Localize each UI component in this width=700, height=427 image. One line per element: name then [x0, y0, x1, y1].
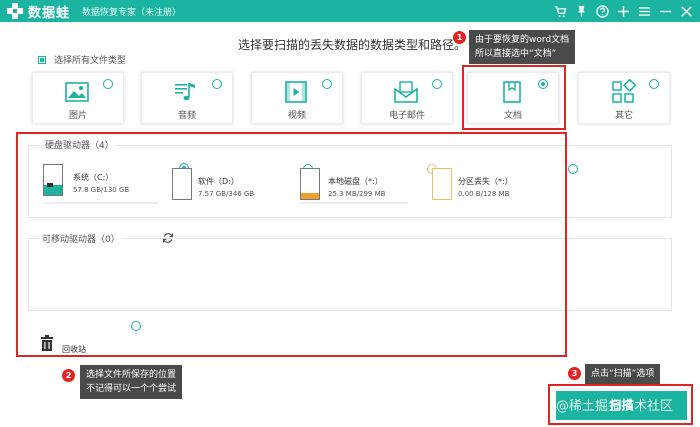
file-type-radio[interactable]	[212, 79, 222, 89]
drive-icon	[43, 164, 63, 196]
callout-3: 点击“扫描”选项	[585, 364, 661, 384]
email-icon	[393, 79, 419, 105]
title-bar: 数据蛙 数据恢复专家（未注册）	[0, 0, 700, 22]
drive-icon	[172, 168, 192, 200]
removable-drive-title: 可移动驱动器（0）	[40, 232, 122, 245]
removable-drive-panel	[28, 238, 672, 311]
file-type-label: 音频	[177, 111, 196, 121]
recycle-bin-label: 回收站	[62, 345, 86, 354]
callout-line: 选择文件所保存的位置	[86, 370, 177, 380]
video-icon	[283, 79, 309, 105]
drive-icon	[300, 168, 320, 200]
file-type-radio[interactable]	[103, 79, 113, 89]
drive-local[interactable]: 本地磁盘（*:） 25.3 MB/299 MB	[300, 164, 437, 210]
pin-icon[interactable]	[572, 2, 591, 21]
drive-name: 软件（D:）	[198, 177, 239, 186]
image-icon	[64, 79, 90, 105]
refresh-icon[interactable]	[162, 232, 174, 244]
drive-radio[interactable]	[568, 164, 578, 174]
callout-badge-2: 2	[62, 369, 75, 382]
apps-icon	[610, 79, 636, 105]
music-icon	[173, 79, 199, 105]
drive-size: 0.00 B/128 MB	[458, 190, 510, 198]
callout-2: 选择文件所保存的位置 不记得可以一个个尝试	[80, 365, 183, 399]
hard-drive-title: 硬盘驱动器（4）	[43, 138, 116, 151]
cart-icon[interactable]	[551, 2, 570, 21]
file-type-radio[interactable]	[649, 79, 659, 89]
drive-lost-partition[interactable]: 分区丢失（*:） 0.00 B/128 MB	[432, 164, 578, 210]
file-type-label: 电子邮件	[388, 111, 425, 121]
select-all-checkbox[interactable]	[38, 55, 46, 64]
callout-line: 由于要恢复的word文档	[475, 35, 570, 45]
file-type-audio[interactable]: 音频	[141, 72, 233, 124]
callout-1: 由于要恢复的word文档 所以直接选中“文档”	[469, 30, 576, 64]
file-type-label: 视频	[287, 111, 306, 121]
callout-line: 不记得可以一个个尝试	[86, 384, 177, 394]
help-icon[interactable]	[593, 2, 612, 21]
page-prompt: 选择要扫描的丢失数据的数据类型和路径。	[238, 38, 467, 52]
file-type-email[interactable]: 电子邮件	[361, 72, 453, 124]
file-type-other[interactable]: 其它	[578, 72, 670, 124]
document-icon	[499, 79, 525, 105]
recycle-bin-radio[interactable]	[131, 321, 141, 331]
app-logo: 数据蛙	[6, 2, 70, 21]
select-all-types[interactable]: 选择所有文件类型	[38, 53, 126, 66]
drive-name: 分区丢失（*:）	[458, 177, 513, 186]
file-type-video[interactable]: 视频	[251, 72, 343, 124]
drive-name: 本地磁盘（*:）	[328, 177, 383, 186]
close-icon[interactable]	[677, 2, 696, 21]
menu-icon[interactable]	[635, 2, 654, 21]
logo-text: 数据蛙	[28, 5, 71, 21]
file-type-image[interactable]: 图片	[32, 72, 124, 124]
app-subtitle: 数据恢复专家（未注册）	[82, 7, 182, 18]
callout-line: 点击“扫描”选项	[591, 369, 655, 379]
file-type-label: 其它	[614, 111, 633, 121]
drive-size: 25.3 MB/299 MB	[328, 190, 386, 198]
callout-badge-3: 3	[568, 367, 581, 380]
file-type-document[interactable]: 文档	[467, 72, 559, 124]
minimize-icon[interactable]	[656, 2, 675, 21]
drive-d[interactable]: 软件（D:） 7.57 GB/346 GB	[172, 164, 313, 210]
watermark: @稀土掘金技术社区	[556, 399, 674, 414]
callout-badge-1: 1	[453, 31, 466, 44]
drive-usage-bar	[43, 202, 158, 204]
logo-plus-icon	[6, 2, 24, 20]
drive-size: 7.57 GB/346 GB	[198, 190, 255, 198]
file-type-radio[interactable]	[322, 79, 332, 89]
file-type-radio-selected[interactable]	[538, 79, 548, 89]
trash-icon[interactable]	[40, 335, 54, 351]
file-type-radio[interactable]	[432, 79, 442, 89]
file-type-label: 文档	[503, 111, 522, 121]
plus-icon[interactable]	[614, 2, 633, 21]
drive-icon	[432, 168, 452, 200]
callout-line: 所以直接选中“文档”	[475, 49, 557, 59]
drive-size: 57.8 GB/130 GB	[73, 186, 130, 194]
select-all-label: 选择所有文件类型	[54, 56, 127, 66]
file-type-label: 图片	[68, 111, 87, 121]
drive-usage-bar	[300, 202, 408, 204]
drive-name: 系统（C:）	[73, 173, 114, 182]
drive-c[interactable]: 系统（C:） 57.8 GB/130 GB	[43, 163, 189, 206]
titlebar-controls	[549, 0, 696, 22]
